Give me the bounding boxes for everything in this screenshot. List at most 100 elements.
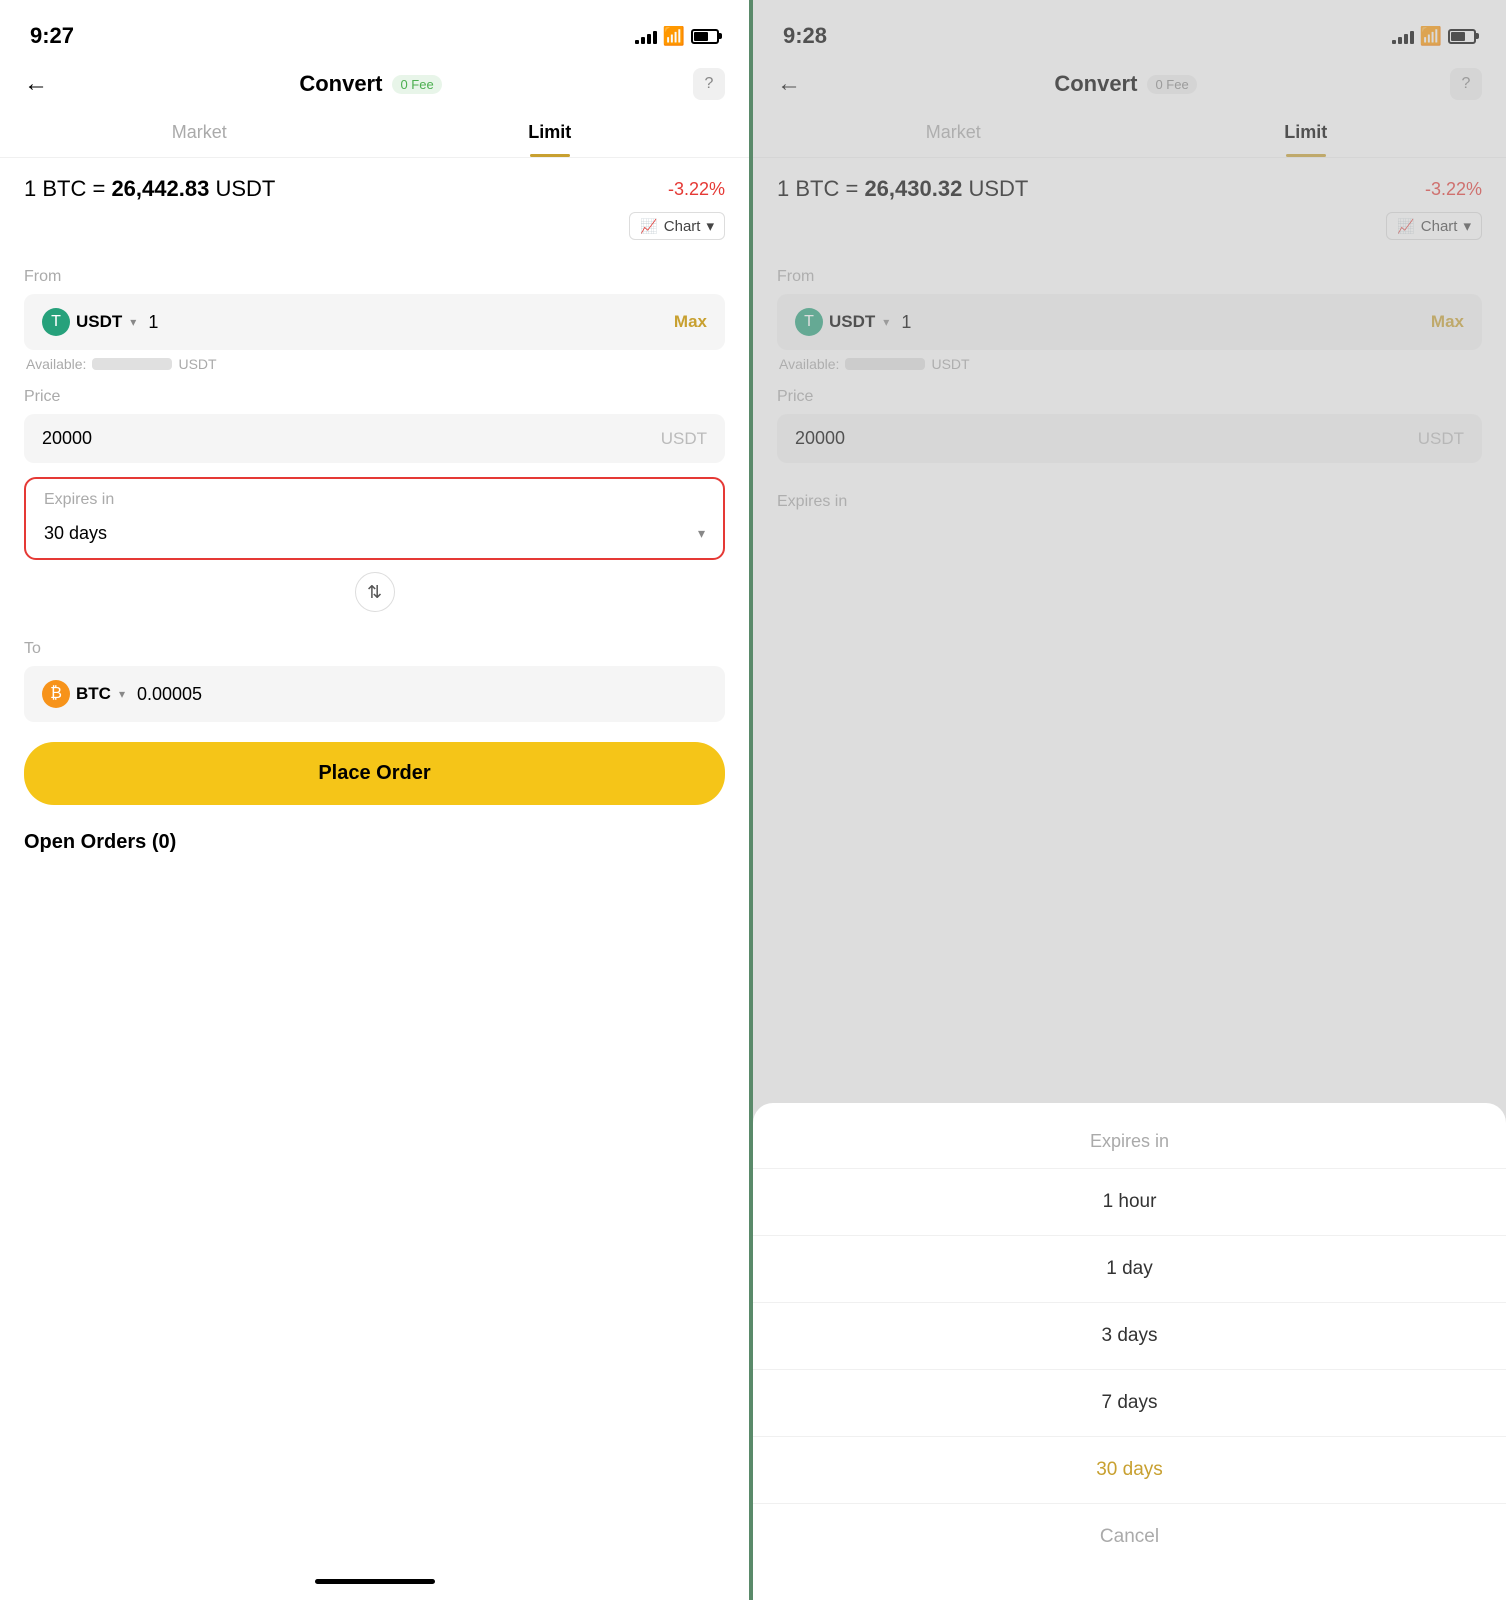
from-dropdown-arrow-right: ▾ <box>883 315 889 329</box>
signal-icon <box>635 28 657 44</box>
expires-highlighted-left: Expires in 30 days ▾ <box>24 477 725 560</box>
chart-chevron-left: ▾ <box>706 217 714 235</box>
from-currency-selector-right[interactable]: T USDT ▾ <box>795 308 889 336</box>
place-order-button-left[interactable]: Place Order <box>24 742 725 805</box>
from-dropdown-arrow-left: ▾ <box>130 315 136 329</box>
price-field-value-left[interactable]: 20000 <box>42 428 649 449</box>
bottom-sheet-item-1hour[interactable]: 1 hour <box>753 1169 1506 1236</box>
open-orders-left: Open Orders (0) <box>0 815 749 870</box>
price-row-left: 1 BTC = 26,442.83 USDT -3.22% <box>0 158 749 208</box>
from-input-row-left: T USDT ▾ 1 Max <box>24 294 725 350</box>
price-suffix-right: USDT <box>968 176 1028 201</box>
tab-market-left[interactable]: Market <box>24 112 375 157</box>
bottom-sheet-item-1day[interactable]: 1 day <box>753 1236 1506 1303</box>
expires-dropdown-arrow-left: ▾ <box>698 525 705 542</box>
header-right: ← Convert 0 Fee ? <box>753 60 1506 112</box>
expires-value-left: 30 days <box>44 523 107 544</box>
usdt-icon-left: T <box>42 308 70 336</box>
price-input-row-right: 20000 USDT <box>777 414 1482 463</box>
help-button-right[interactable]: ? <box>1450 68 1482 100</box>
available-text-left: Available: USDT <box>24 350 725 372</box>
place-order-wrapper-left: Place Order <box>0 722 749 815</box>
left-screen: 9:27 📶 ← Convert 0 Fee ? Market Limit <box>0 0 753 1600</box>
expires-bottom-sheet: Expires in 1 hour 1 day 3 days 7 days 30… <box>753 1103 1506 1600</box>
swap-button-left[interactable]: ⇅ <box>355 572 395 612</box>
usdt-icon-right: T <box>795 308 823 336</box>
back-button-right[interactable]: ← <box>777 70 801 98</box>
from-input-row-right: T USDT ▾ 1 Max <box>777 294 1482 350</box>
tabs-left: Market Limit <box>0 112 749 158</box>
to-value-left[interactable]: 0.00005 <box>137 684 707 705</box>
price-text-left: 1 BTC = 26,442.83 USDT <box>24 176 275 202</box>
signal-icon-right <box>1392 28 1414 44</box>
chart-icon-right: 📈 <box>1397 218 1414 235</box>
chart-button-left[interactable]: 📈 Chart ▾ <box>629 212 725 240</box>
from-label-right: From <box>777 268 1482 286</box>
expires-label-right: Expires in <box>777 493 1482 511</box>
to-label-left: To <box>24 640 725 658</box>
price-label-right: Price <box>777 388 1482 406</box>
swap-wrapper-left: ⇅ <box>0 560 749 624</box>
home-indicator-left <box>0 1571 749 1600</box>
bottom-sheet-item-3days[interactable]: 3 days <box>753 1303 1506 1370</box>
available-suffix-left: USDT <box>178 356 216 372</box>
to-currency-selector-left[interactable]: ₿ BTC ▾ <box>42 680 125 708</box>
status-bar-right: 9:28 📶 <box>753 0 1506 60</box>
max-button-left[interactable]: Max <box>674 312 707 332</box>
price-unit-left: USDT <box>661 429 707 449</box>
to-section-left: To ₿ BTC ▾ 0.00005 <box>0 624 749 722</box>
available-text-right: Available: USDT <box>777 350 1482 372</box>
bottom-sheet-cancel-button[interactable]: Cancel <box>753 1504 1506 1570</box>
header-left: ← Convert 0 Fee ? <box>0 60 749 112</box>
to-dropdown-arrow-left: ▾ <box>119 687 125 701</box>
chart-toggle-left: 📈 Chart ▾ <box>0 208 749 252</box>
price-prefix-left: 1 BTC = <box>24 176 105 201</box>
back-button-left[interactable]: ← <box>24 70 48 98</box>
chart-button-right[interactable]: 📈 Chart ▾ <box>1386 212 1482 240</box>
page-title-right: Convert <box>1054 71 1137 97</box>
price-input-row-left: 20000 USDT <box>24 414 725 463</box>
tab-market-right[interactable]: Market <box>777 112 1130 157</box>
tabs-right: Market Limit <box>753 112 1506 158</box>
chart-chevron-right: ▾ <box>1463 217 1471 235</box>
chart-label-right: Chart <box>1421 218 1458 235</box>
battery-icon-right <box>1448 29 1476 44</box>
wifi-icon-right: 📶 <box>1420 26 1442 47</box>
bottom-sheet-item-30days[interactable]: 30 days <box>753 1437 1506 1504</box>
help-button-left[interactable]: ? <box>693 68 725 100</box>
bottom-sheet-item-7days[interactable]: 7 days <box>753 1370 1506 1437</box>
from-currency-selector-left[interactable]: T USDT ▾ <box>42 308 136 336</box>
tab-limit-left[interactable]: Limit <box>375 112 726 157</box>
from-section-right: From T USDT ▾ 1 Max Available: USDT <box>753 252 1506 372</box>
price-prefix-right: 1 BTC = <box>777 176 858 201</box>
tab-limit-right[interactable]: Limit <box>1130 112 1483 157</box>
time-left: 9:27 <box>30 23 74 49</box>
from-value-left[interactable]: 1 <box>148 312 662 333</box>
battery-icon <box>691 29 719 44</box>
expires-input-row-left[interactable]: 30 days ▾ <box>26 509 723 558</box>
expires-section-left: Expires in 30 days ▾ <box>0 477 749 560</box>
price-change-right: -3.22% <box>1425 179 1482 200</box>
chart-icon-left: 📈 <box>640 218 657 235</box>
title-area-left: Convert 0 Fee <box>299 71 441 97</box>
status-bar-left: 9:27 📶 <box>0 0 749 60</box>
expires-section-right: Expires in <box>753 477 1506 519</box>
price-field-value-right[interactable]: 20000 <box>795 428 1406 449</box>
from-currency-name-right: USDT <box>829 312 875 332</box>
available-amount-blur-left <box>92 358 172 370</box>
price-section-left: Price 20000 USDT <box>0 372 749 463</box>
title-area-right: Convert 0 Fee <box>1054 71 1196 97</box>
from-section-left: From T USDT ▾ 1 Max Available: USDT <box>0 252 749 372</box>
time-right: 9:28 <box>783 23 827 49</box>
price-value-right: 26,430.32 <box>864 176 962 201</box>
max-button-right[interactable]: Max <box>1431 312 1464 332</box>
from-label-left: From <box>24 268 725 286</box>
price-change-left: -3.22% <box>668 179 725 200</box>
from-value-right[interactable]: 1 <box>901 312 1419 333</box>
available-label-right: Available: <box>779 356 839 372</box>
price-row-right: 1 BTC = 26,430.32 USDT -3.22% <box>753 158 1506 208</box>
price-section-right: Price 20000 USDT <box>753 372 1506 463</box>
to-input-row-left: ₿ BTC ▾ 0.00005 <box>24 666 725 722</box>
from-currency-name-left: USDT <box>76 312 122 332</box>
price-value-left: 26,442.83 <box>111 176 209 201</box>
